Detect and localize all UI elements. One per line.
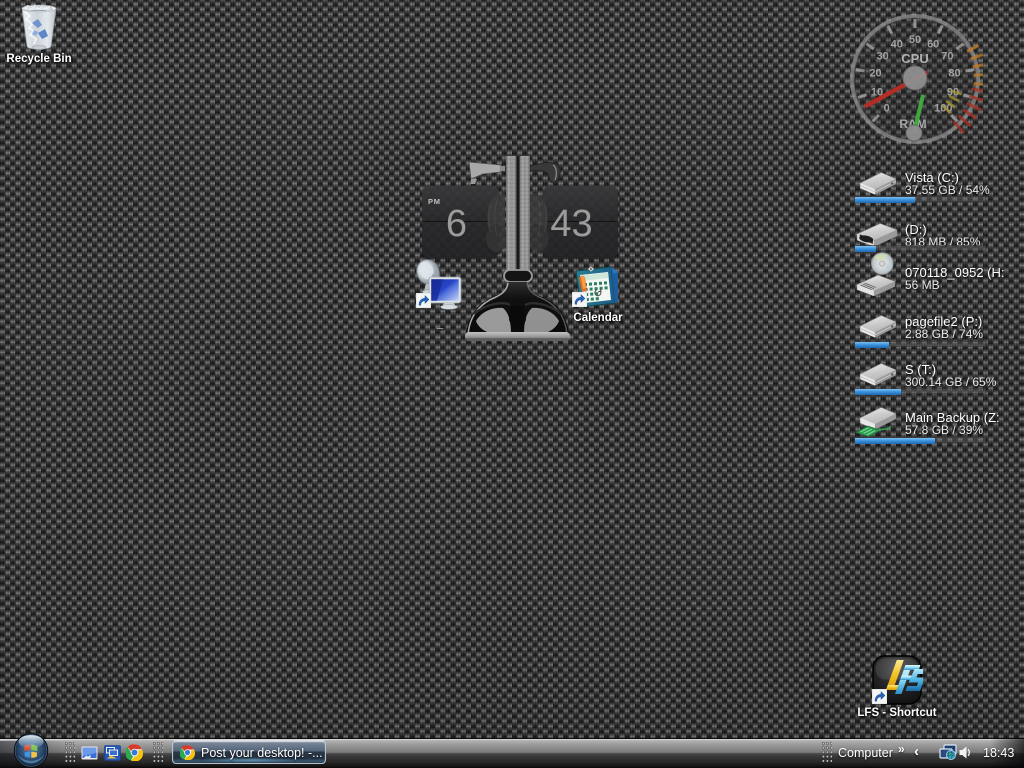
svg-text:0: 0 [884,102,890,114]
svg-text:40: 40 [891,38,903,50]
svg-text:60: 60 [927,38,939,50]
svg-text:CPU: CPU [901,51,928,66]
svg-text:70: 70 [941,51,953,63]
svg-text:20: 20 [869,68,881,80]
svg-text:50: 50 [909,34,921,46]
svg-text:80: 80 [948,68,960,80]
svg-text:30: 30 [876,51,888,63]
